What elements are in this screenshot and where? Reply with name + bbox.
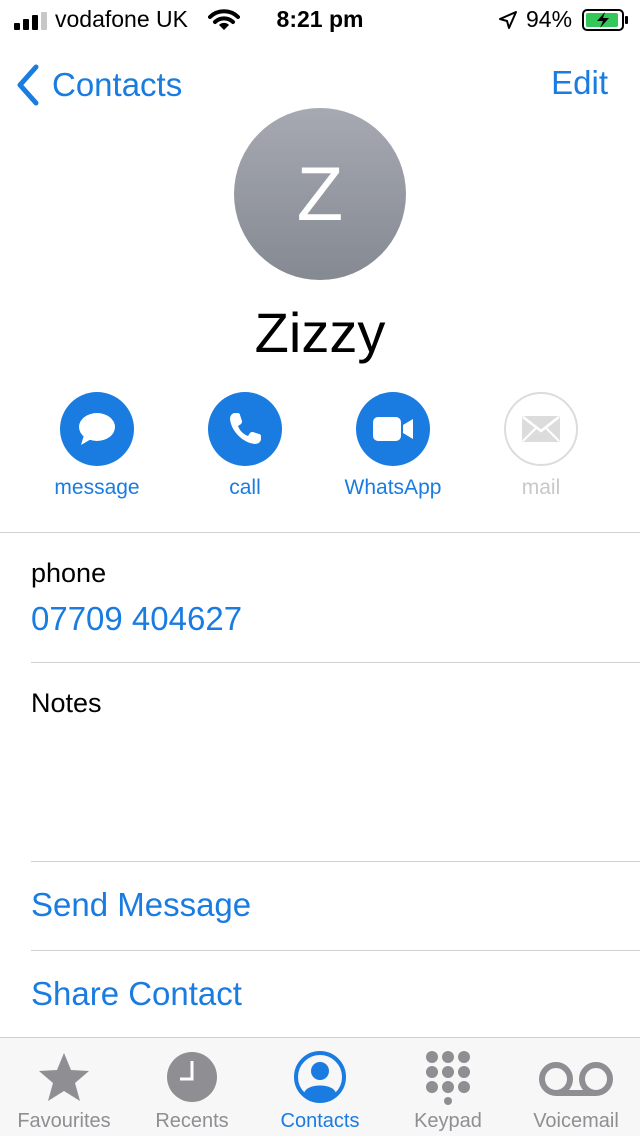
phone-icon <box>208 392 282 466</box>
voicemail-icon <box>539 1062 613 1096</box>
divider <box>0 532 640 533</box>
envelope-icon <box>504 392 578 466</box>
tab-favourites-label: Favourites <box>17 1110 111 1132</box>
status-bar: vodafone UK 8:21 pm 94% <box>0 0 640 40</box>
whatsapp-action-button[interactable]: WhatsApp <box>319 392 467 500</box>
send-message-link[interactable]: Send Message <box>31 886 251 924</box>
share-contact-link[interactable]: Share Contact <box>31 975 242 1013</box>
message-bubble-icon <box>60 392 134 466</box>
tab-recents[interactable]: Recents <box>128 1038 256 1136</box>
message-action-button[interactable]: message <box>23 392 171 500</box>
tab-keypad[interactable]: Keypad <box>384 1038 512 1136</box>
tab-keypad-label: Keypad <box>414 1110 482 1132</box>
phone-number-link[interactable]: 07709 404627 <box>31 600 242 638</box>
edit-button[interactable]: Edit <box>551 64 608 102</box>
notes-label: Notes <box>31 688 102 718</box>
tab-recents-label: Recents <box>155 1110 229 1132</box>
tab-voicemail[interactable]: Voicemail <box>512 1038 640 1136</box>
message-action-label: message <box>54 476 140 499</box>
notes-field[interactable] <box>31 725 621 855</box>
phone-label: phone <box>31 558 107 588</box>
divider <box>31 950 640 951</box>
avatar: Z <box>234 108 406 280</box>
quick-actions: message call WhatsApp mail <box>0 392 640 512</box>
divider <box>31 662 640 663</box>
avatar-initial: Z <box>296 151 344 237</box>
contact-name: Zizzy <box>254 301 386 364</box>
call-action-label: call <box>229 476 261 499</box>
mail-action-button[interactable]: mail <box>467 392 615 500</box>
battery-percentage: 94% <box>526 6 573 32</box>
whatsapp-action-label: WhatsApp <box>344 476 442 499</box>
person-circle-icon <box>294 1051 346 1103</box>
star-icon <box>39 1053 89 1101</box>
video-camera-icon <box>356 392 430 466</box>
battery-charging-icon <box>582 9 628 31</box>
location-arrow-icon <box>499 11 517 29</box>
back-button-label: Contacts <box>52 66 183 103</box>
clock-icon <box>167 1052 217 1102</box>
divider <box>31 861 640 862</box>
back-to-contacts-button[interactable]: Contacts <box>14 62 182 108</box>
tab-favourites[interactable]: Favourites <box>0 1038 128 1136</box>
keypad-icon <box>426 1051 470 1105</box>
tab-contacts[interactable]: Contacts <box>256 1038 384 1136</box>
chevron-left-icon <box>17 64 39 106</box>
call-action-button[interactable]: call <box>171 392 319 500</box>
tab-voicemail-label: Voicemail <box>533 1110 619 1132</box>
tab-bar: Favourites Recents Contacts Keypad Voice… <box>0 1037 640 1136</box>
tab-contacts-label: Contacts <box>280 1110 360 1132</box>
mail-action-label: mail <box>521 476 561 499</box>
